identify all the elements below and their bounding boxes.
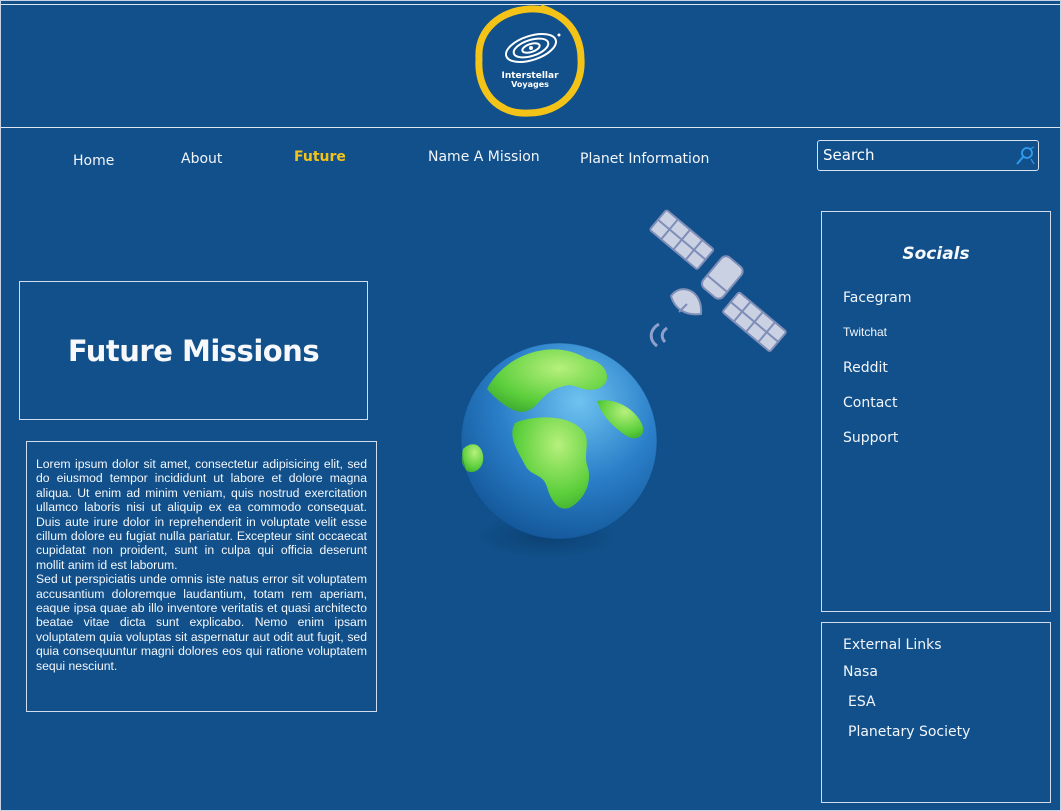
link-esa[interactable]: ESA <box>848 694 876 710</box>
page: Interstellar Voyages Home About Future N… <box>0 0 1061 811</box>
link-facegram[interactable]: Facegram <box>843 290 912 306</box>
header-divider <box>1 127 1060 128</box>
search-icon[interactable] <box>1015 146 1035 166</box>
logo[interactable]: Interstellar Voyages <box>471 3 587 119</box>
nav-home[interactable]: Home <box>73 153 114 169</box>
external-links-box: External Links Nasa ESA Planetary Societ… <box>821 622 1051 803</box>
search-box[interactable] <box>817 140 1039 171</box>
socials-box: Socials Facegram Twitchat Reddit Contact… <box>821 211 1051 612</box>
search-input[interactable] <box>823 144 1013 166</box>
link-twitchat[interactable]: Twitchat <box>843 325 887 339</box>
external-links-heading: External Links <box>843 637 942 653</box>
link-planetary-society[interactable]: Planetary Society <box>848 724 970 740</box>
nav-future[interactable]: Future <box>294 149 346 165</box>
nav-name-a-mission[interactable]: Name A Mission <box>428 149 540 165</box>
title-box: Future Missions <box>19 281 368 420</box>
body-text: Lorem ipsum dolor sit amet, consectetur … <box>36 457 367 673</box>
link-contact[interactable]: Contact <box>843 395 897 411</box>
link-reddit[interactable]: Reddit <box>843 360 888 376</box>
nav-planet-information[interactable]: Planet Information <box>580 151 709 167</box>
socials-title: Socials <box>902 244 970 264</box>
page-title: Future Missions <box>67 333 320 368</box>
logo-line2: Voyages <box>511 80 549 89</box>
link-support[interactable]: Support <box>843 430 898 446</box>
link-nasa[interactable]: Nasa <box>843 664 878 680</box>
text-box: Lorem ipsum dolor sit amet, consectetur … <box>26 441 377 712</box>
earth-globe <box>460 342 658 558</box>
nav-about[interactable]: About <box>181 151 222 167</box>
